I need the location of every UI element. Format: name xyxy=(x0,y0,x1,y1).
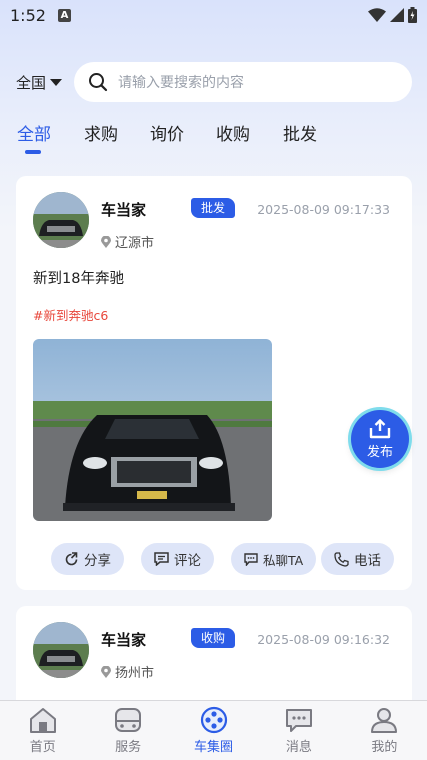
car-service-icon xyxy=(115,708,142,732)
search-input[interactable]: 请输入要搜索的内容 xyxy=(74,62,412,102)
region-label: 全国 xyxy=(16,74,47,92)
location-text: 辽源市 xyxy=(115,236,155,251)
nav-label: 消息 xyxy=(285,740,312,755)
share-label: 分享 xyxy=(84,553,111,569)
post-location: 辽源市 xyxy=(101,232,154,251)
nav-item-service[interactable]: 服务 xyxy=(85,701,170,760)
share-icon xyxy=(65,551,78,565)
comment-icon xyxy=(154,552,169,566)
tab-purchase[interactable]: 收购 xyxy=(216,120,250,145)
status-time: 1:52 xyxy=(10,5,46,25)
region-selector[interactable]: 全国 xyxy=(16,72,63,93)
post-username[interactable]: 车当家 xyxy=(101,629,146,650)
location-pin-icon xyxy=(101,665,111,678)
search-icon xyxy=(89,73,108,92)
post-text: 新到18年奔驰 xyxy=(33,271,124,287)
search-placeholder: 请输入要搜索的内容 xyxy=(118,75,244,91)
publish-label: 发布 xyxy=(366,444,393,460)
category-tabs: 全部 求购 询价 收购 批发 xyxy=(0,116,427,160)
phone-button[interactable]: 电话 xyxy=(321,543,394,575)
chat-bubble-icon xyxy=(285,709,312,732)
tab-wholesale[interactable]: 批发 xyxy=(283,120,317,145)
nav-item-profile[interactable]: 我的 xyxy=(342,701,427,760)
tab-buy-request[interactable]: 求购 xyxy=(84,120,118,145)
nav-label: 服务 xyxy=(115,740,142,755)
post-photo[interactable] xyxy=(33,339,272,521)
location-text: 扬州市 xyxy=(115,666,155,681)
status-icons xyxy=(368,7,417,23)
avatar[interactable] xyxy=(33,622,89,678)
avatar[interactable] xyxy=(33,192,89,248)
home-icon xyxy=(29,708,56,733)
user-icon xyxy=(371,708,398,733)
post-actions: 分享 评论 私聊TA 电话 xyxy=(51,543,396,575)
comment-label: 评论 xyxy=(174,553,201,569)
wifi-icon xyxy=(368,8,386,22)
tab-inquiry[interactable]: 询价 xyxy=(150,120,184,145)
a-indicator-icon: A xyxy=(57,8,71,22)
post-type-badge: 批发 xyxy=(191,198,236,218)
message-icon xyxy=(244,552,258,566)
phone-label: 电话 xyxy=(354,553,381,569)
nav-label: 我的 xyxy=(371,740,398,755)
signal-icon xyxy=(390,8,404,22)
post-hashtag[interactable]: #新到奔驰c6 xyxy=(33,305,108,324)
comment-button[interactable]: 评论 xyxy=(141,543,214,575)
bottom-navigation: 首页 服务 车集圈 消息 我的 xyxy=(0,700,427,760)
phone-icon xyxy=(334,551,349,567)
post-card: 车当家 批发 2025-08-09 09:17:33 辽源市 新到18年奔驰 #… xyxy=(16,176,412,590)
film-reel-icon xyxy=(200,706,227,734)
battery-icon xyxy=(408,7,417,23)
nav-label: 车集圈 xyxy=(194,740,234,755)
post-date: 2025-08-09 09:16:32 xyxy=(257,632,390,647)
nav-item-circle[interactable]: 车集圈 xyxy=(171,701,256,760)
post-username[interactable]: 车当家 xyxy=(101,199,146,220)
active-tab-indicator xyxy=(25,150,41,154)
post-date: 2025-08-09 09:17:33 xyxy=(257,202,390,217)
nav-item-home[interactable]: 首页 xyxy=(0,701,85,760)
location-pin-icon xyxy=(101,235,111,248)
share-button[interactable]: 分享 xyxy=(51,543,124,575)
post-location: 扬州市 xyxy=(101,662,154,681)
private-message-button[interactable]: 私聊TA xyxy=(231,543,317,575)
post-type-badge: 收购 xyxy=(191,628,236,648)
status-bar: 1:52 A xyxy=(0,0,427,30)
nav-item-messages[interactable]: 消息 xyxy=(256,701,341,760)
tab-all[interactable]: 全部 xyxy=(17,120,51,145)
caret-down-icon xyxy=(50,79,63,86)
upload-box-icon xyxy=(369,418,391,438)
nav-label: 首页 xyxy=(29,740,56,755)
publish-button[interactable]: 发布 xyxy=(351,410,409,468)
private-message-label: 私聊TA xyxy=(263,552,304,568)
